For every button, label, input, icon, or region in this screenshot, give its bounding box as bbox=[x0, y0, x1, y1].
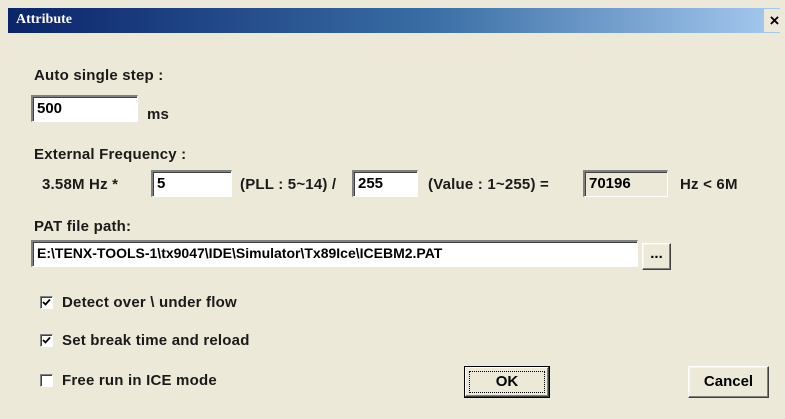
attribute-dialog: Attribute × Auto single step : 500 ms Ex… bbox=[0, 0, 785, 419]
frequency-result-field: 70196 bbox=[583, 170, 668, 197]
pat-file-path-input[interactable]: E:\TENX-TOOLS-1\tx9047\IDE\Simulator\Tx8… bbox=[31, 240, 638, 267]
checkmark-icon bbox=[42, 298, 51, 306]
detect-overflow-label: Detect over \ under flow bbox=[62, 294, 237, 311]
divider-hint: (Value : 1~255) = bbox=[428, 176, 549, 193]
divider-input[interactable]: 255 bbox=[352, 170, 418, 197]
ok-button[interactable]: OK bbox=[464, 366, 550, 398]
set-break-time-checkbox[interactable] bbox=[40, 334, 53, 347]
free-run-checkbox[interactable] bbox=[40, 374, 53, 387]
pat-file-label: PAT file path: bbox=[34, 218, 132, 235]
checkmark-icon bbox=[42, 336, 51, 344]
set-break-time-label: Set break time and reload bbox=[62, 332, 250, 349]
auto-step-unit: ms bbox=[147, 106, 170, 123]
base-frequency-text: 3.58M Hz * bbox=[42, 176, 119, 193]
cancel-button[interactable]: Cancel bbox=[688, 366, 769, 398]
close-button[interactable]: × bbox=[764, 9, 785, 32]
frequency-result-unit: Hz < 6M bbox=[680, 176, 738, 193]
auto-step-label: Auto single step : bbox=[34, 67, 164, 84]
external-frequency-label: External Frequency : bbox=[34, 146, 187, 163]
detect-overflow-checkbox[interactable] bbox=[40, 296, 53, 309]
window-title: Attribute bbox=[16, 12, 72, 27]
browse-button[interactable]: ... bbox=[642, 243, 671, 270]
free-run-label: Free run in ICE mode bbox=[62, 372, 217, 389]
focus-rect bbox=[469, 371, 545, 393]
auto-step-input[interactable]: 500 bbox=[31, 95, 138, 122]
pll-hint: (PLL : 5~14) / bbox=[240, 176, 337, 193]
title-bar[interactable]: Attribute bbox=[8, 8, 780, 33]
pll-input[interactable]: 5 bbox=[151, 170, 232, 197]
